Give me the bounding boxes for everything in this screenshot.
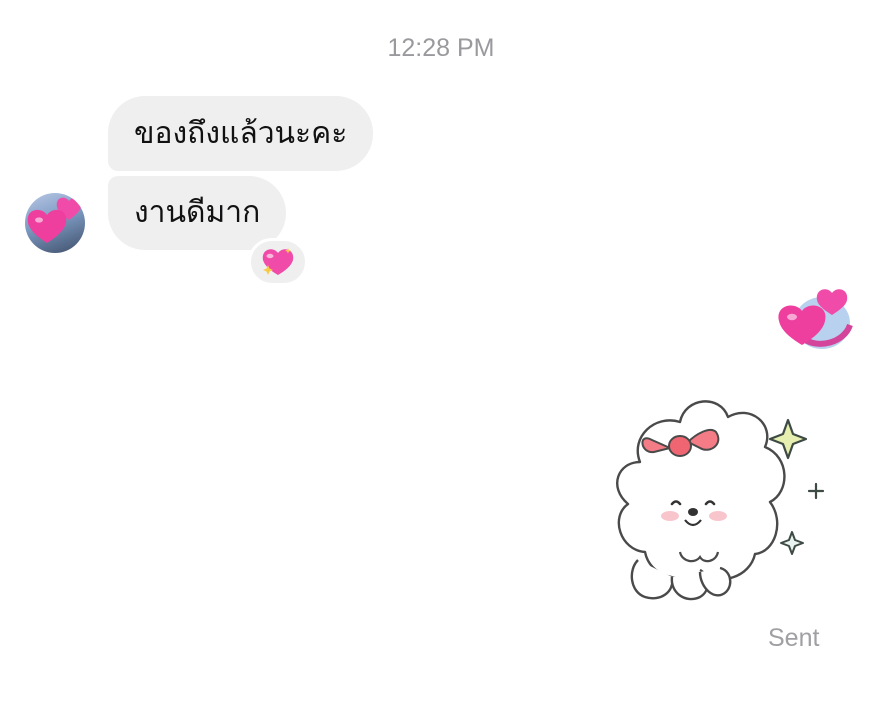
- message-timestamp: 12:28 PM: [387, 34, 495, 62]
- incoming-message-bubble[interactable]: ของถึงแล้วนะคะ: [108, 96, 374, 171]
- message-text: งานดีมาก: [134, 195, 261, 230]
- sparkling-heart-icon: [262, 248, 294, 275]
- puppy-sticker[interactable]: [600, 392, 830, 617]
- delivery-status: Sent: [768, 624, 820, 652]
- message-text: ของถึงแล้วนะคะ: [134, 115, 348, 151]
- seen-indicator-avatar: [774, 287, 854, 359]
- two-hearts-icon: [778, 289, 853, 349]
- message-reaction[interactable]: [248, 238, 308, 286]
- incoming-message-bubble[interactable]: งานดีมาก: [108, 176, 287, 250]
- fluffy-puppy-sticker: [616, 400, 825, 601]
- two-hearts-icon: [27, 197, 82, 243]
- contact-avatar[interactable]: [25, 193, 85, 253]
- chat-thread: 12:28 PM ของถึงแล้วนะคะ งานดีมาก Sent: [0, 0, 882, 705]
